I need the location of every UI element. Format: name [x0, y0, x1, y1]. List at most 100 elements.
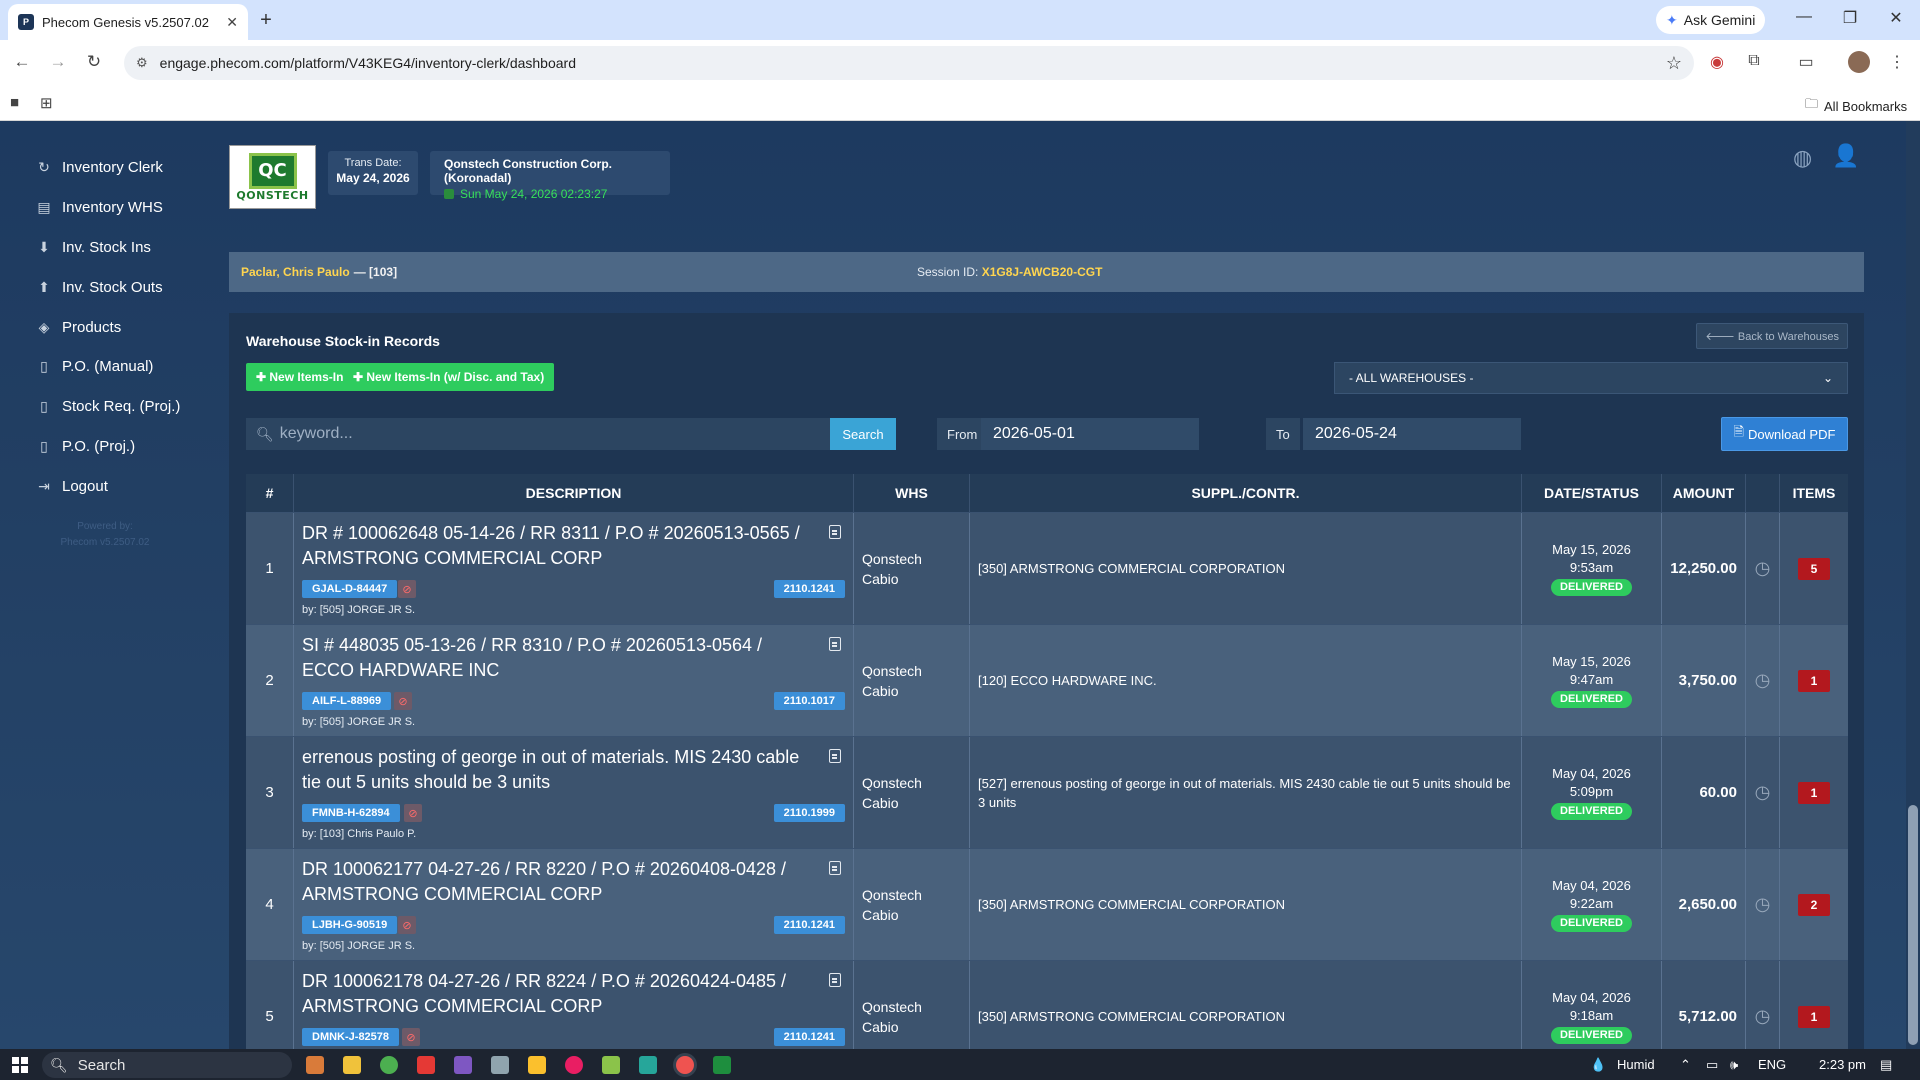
taskbar-search[interactable]: 🔍︎ Search: [42, 1052, 292, 1078]
close-window-button[interactable]: ✕: [1881, 8, 1911, 28]
profile-avatar[interactable]: [1848, 51, 1870, 73]
document-icon[interactable]: [829, 749, 841, 763]
ref-code-badge[interactable]: GJAL-D-84447: [302, 580, 398, 598]
bookmark-star-icon[interactable]: ☆: [1666, 53, 1682, 74]
items-count-badge[interactable]: 5: [1798, 557, 1830, 580]
document-icon[interactable]: [829, 525, 841, 539]
app-icon[interactable]: [528, 1056, 546, 1074]
history-clock-icon[interactable]: ◷: [1746, 513, 1780, 624]
from-date-input[interactable]: 2026-05-01: [981, 418, 1199, 450]
sidebar-item-po-proj[interactable]: ▯ P.O. (Proj.): [36, 433, 135, 459]
clock-label[interactable]: 2:23 pm: [1819, 1057, 1866, 1072]
extensions-puzzle-icon[interactable]: ⧉: [1742, 52, 1766, 70]
reload-icon[interactable]: ↻: [82, 52, 106, 72]
new-items-in-button[interactable]: ✚ New Items-In: [246, 363, 354, 391]
calculator-icon[interactable]: [491, 1056, 509, 1074]
sidebar-item-inventory-whs[interactable]: ▤ Inventory WHS: [36, 194, 163, 220]
cancel-icon[interactable]: ⊘: [398, 580, 416, 598]
new-tab-button[interactable]: +: [254, 9, 278, 33]
notification-icon[interactable]: ▤: [1880, 1057, 1892, 1073]
sidebar-item-stock-req-proj[interactable]: ▯ Stock Req. (Proj.): [36, 393, 180, 419]
extension-icon[interactable]: ◉: [1705, 52, 1729, 72]
browser-tab[interactable]: P Phecom Genesis v5.2507.02 ✕: [8, 4, 248, 40]
history-clock-icon[interactable]: ◷: [1746, 849, 1780, 960]
cancel-icon[interactable]: ⊘: [404, 804, 422, 822]
back-to-warehouses-button[interactable]: 🡐 Back to Warehouses: [1696, 323, 1848, 349]
app-icon[interactable]: [602, 1056, 620, 1074]
browser-menu-icon[interactable]: ⋮: [1885, 52, 1909, 72]
windows-start-icon[interactable]: [12, 1057, 28, 1073]
sidebar-item-logout[interactable]: ⇥ Logout: [36, 473, 108, 499]
items-count-badge[interactable]: 1: [1798, 781, 1830, 804]
description-text[interactable]: errenous posting of george in out of mat…: [302, 745, 812, 795]
ref-code-badge[interactable]: FMNB-H-62894: [302, 804, 400, 822]
items-count-badge[interactable]: 1: [1798, 1005, 1830, 1028]
minimize-window-button[interactable]: —: [1789, 8, 1819, 26]
sidebar-item-inv-stock-outs[interactable]: ⬆ Inv. Stock Outs: [36, 274, 162, 300]
excel-icon[interactable]: [713, 1056, 731, 1074]
file-explorer-icon[interactable]: [343, 1056, 361, 1074]
network-icon[interactable]: ▭: [1706, 1057, 1718, 1073]
download-pdf-button[interactable]: 🗎 Download PDF: [1721, 417, 1848, 451]
ref-code-badge[interactable]: AILF-L-88969: [302, 692, 392, 710]
tab-search-icon[interactable]: ▭: [1794, 52, 1818, 72]
restore-window-button[interactable]: ❐: [1835, 8, 1865, 28]
language-label[interactable]: ENG: [1758, 1057, 1786, 1072]
sidebar-item-inv-stock-ins[interactable]: ⬇ Inv. Stock Ins: [36, 234, 151, 260]
site-info-icon[interactable]: ⚙: [136, 55, 148, 71]
ref-code-badge[interactable]: LJBH-G-90519: [302, 916, 398, 934]
forward-arrow-icon[interactable]: →: [46, 52, 70, 72]
youtube-icon[interactable]: [417, 1056, 435, 1074]
cancel-icon[interactable]: ⊘: [398, 916, 416, 934]
table-row[interactable]: 1 DR # 100062648 05-14-26 / RR 8311 / P.…: [246, 512, 1848, 624]
sidebar-item-products[interactable]: ◈ Products: [36, 314, 122, 340]
document-icon[interactable]: [829, 637, 841, 651]
description-text[interactable]: DR 100062177 04-27-26 / RR 8220 / P.O # …: [302, 857, 812, 907]
ref-code-badge[interactable]: DMNK-J-82578: [302, 1028, 400, 1046]
page-scrollbar[interactable]: [1906, 121, 1920, 1049]
weather-icon[interactable]: 💧: [1590, 1057, 1606, 1073]
scrollbar-thumb[interactable]: [1908, 805, 1918, 1045]
items-count-badge[interactable]: 2: [1798, 893, 1830, 916]
cancel-icon[interactable]: ⊘: [394, 692, 412, 710]
sidebar-item-inventory-clerk[interactable]: ↻ Inventory Clerk: [36, 154, 163, 180]
ask-gemini-button[interactable]: ✦ Ask Gemini: [1656, 6, 1766, 34]
copilot-icon[interactable]: [306, 1056, 324, 1074]
table-row[interactable]: 5 DR 100062178 04-27-26 / RR 8224 / P.O …: [246, 960, 1848, 1049]
to-date-input[interactable]: 2026-05-24: [1303, 418, 1521, 450]
document-icon[interactable]: [829, 973, 841, 987]
globe-icon[interactable]: ◍: [1793, 145, 1812, 171]
address-bar[interactable]: ⚙ engage.phecom.com/platform/V43KEG4/inv…: [124, 46, 1694, 80]
description-text[interactable]: SI # 448035 05-13-26 / RR 8310 / P.O # 2…: [302, 633, 812, 683]
cancel-icon[interactable]: ⊘: [402, 1028, 420, 1046]
history-clock-icon[interactable]: ◷: [1746, 737, 1780, 848]
table-row[interactable]: 3 errenous posting of george in out of m…: [246, 736, 1848, 848]
history-clock-icon[interactable]: ◷: [1746, 625, 1780, 736]
description-text[interactable]: DR 100062178 04-27-26 / RR 8224 / P.O # …: [302, 969, 812, 1019]
warehouse-select[interactable]: - ALL WAREHOUSES - ⌄: [1334, 362, 1848, 394]
document-icon[interactable]: [829, 861, 841, 875]
notepad-icon[interactable]: [639, 1056, 657, 1074]
table-row[interactable]: 4 DR 100062177 04-27-26 / RR 8220 / P.O …: [246, 848, 1848, 960]
search-input[interactable]: 🔍︎ keyword...: [246, 418, 830, 450]
app-icon[interactable]: [454, 1056, 472, 1074]
apps-grid-icon[interactable]: ⊞: [40, 94, 53, 112]
close-tab-icon[interactable]: ✕: [226, 14, 238, 31]
user-icon[interactable]: 👤: [1832, 143, 1859, 169]
table-row[interactable]: 2 SI # 448035 05-13-26 / RR 8310 / P.O #…: [246, 624, 1848, 736]
chrome-icon[interactable]: [380, 1056, 398, 1074]
volume-icon[interactable]: 🕪: [1730, 1057, 1738, 1073]
history-clock-icon[interactable]: ◷: [1746, 961, 1780, 1049]
bookmark-app-icon[interactable]: ■: [10, 94, 19, 111]
all-bookmarks-button[interactable]: 🗀 All Bookmarks: [1805, 95, 1907, 117]
description-text[interactable]: DR # 100062648 05-14-26 / RR 8311 / P.O …: [302, 521, 812, 571]
weather-label[interactable]: Humid: [1617, 1057, 1655, 1072]
back-arrow-icon[interactable]: ←: [10, 52, 34, 72]
app-icon[interactable]: [565, 1056, 583, 1074]
search-button[interactable]: Search: [830, 418, 896, 450]
url-text[interactable]: engage.phecom.com/platform/V43KEG4/inven…: [160, 55, 1654, 71]
sidebar-item-po-manual[interactable]: ▯ P.O. (Manual): [36, 353, 153, 379]
tray-chevron-icon[interactable]: ⌃: [1680, 1057, 1691, 1073]
items-count-badge[interactable]: 1: [1798, 669, 1830, 692]
chrome-active-icon[interactable]: [676, 1056, 694, 1074]
